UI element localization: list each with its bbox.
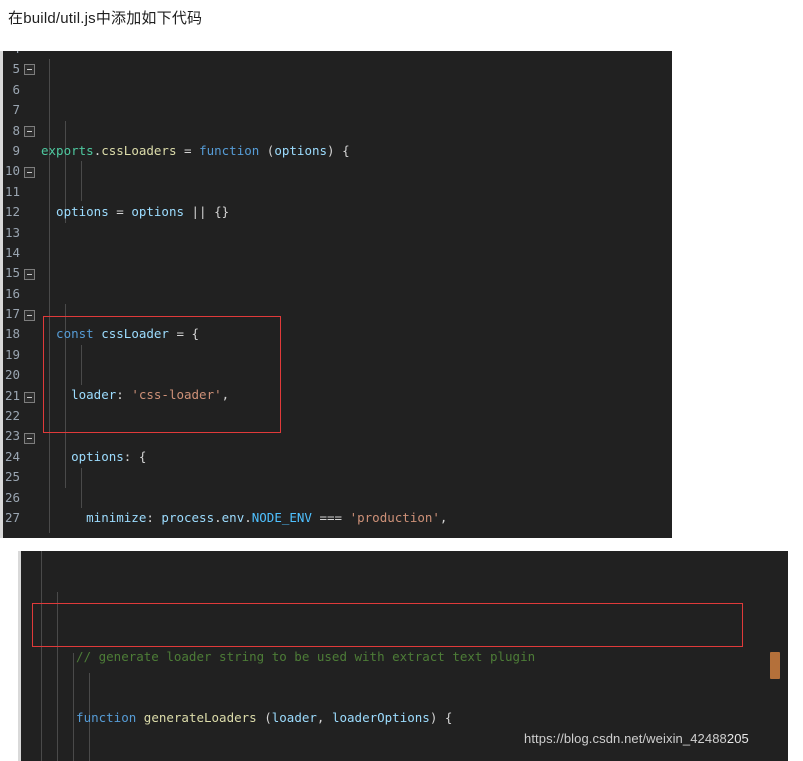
line-number: 5 — [12, 61, 20, 77]
watermark-url: https://blog.csdn.net/weixin_42488 — [524, 731, 727, 746]
line-number: 19 — [4, 346, 20, 362]
code-line: function generateLoaders (loader, loader… — [61, 709, 453, 725]
line-number: 11 — [4, 183, 20, 199]
watermark: https://blog.csdn.net/weixin_42488205 — [524, 731, 749, 746]
indent-guide — [57, 592, 58, 761]
fold-toggle-icon[interactable] — [24, 433, 35, 444]
line-number: 7 — [12, 102, 20, 118]
fold-toggle-icon[interactable] — [24, 167, 35, 178]
code-block-util-js[interactable]: 4 5 6 7 8 9 10 11 12 13 14 15 16 17 18 1… — [0, 51, 672, 538]
line-number: 25 — [4, 469, 20, 485]
page-title: 在build/util.js中添加如下代码 — [8, 10, 203, 27]
fold-toggle-icon[interactable] — [24, 310, 35, 321]
vertical-scrollbar-thumb[interactable] — [770, 652, 780, 679]
line-number: 22 — [4, 408, 20, 424]
code-line: exports.cssLoaders = function (options) … — [41, 142, 350, 158]
code-line: options: { — [41, 448, 147, 464]
code-line: loader: 'css-loader', — [41, 387, 230, 403]
line-number: 4 — [3, 51, 23, 59]
code-content[interactable]: // generate loader string to be used wit… — [61, 551, 693, 761]
fold-toggle-icon[interactable] — [24, 269, 35, 280]
fold-marker-column[interactable] — [24, 51, 41, 538]
indent-guide — [41, 551, 42, 761]
line-number: 10 — [4, 163, 20, 179]
code-line: const cssLoader = { — [41, 326, 200, 342]
fold-toggle-icon[interactable] — [24, 64, 35, 75]
fold-toggle-icon[interactable] — [24, 392, 35, 403]
line-number: 16 — [4, 285, 20, 301]
screenshot-root: 在build/util.js中添加如下代码 4 5 6 7 8 9 10 11 … — [0, 0, 803, 761]
code-block-generate-loaders[interactable]: // generate loader string to be used wit… — [18, 551, 788, 761]
line-number: 27 — [4, 509, 20, 525]
line-number: 12 — [4, 204, 20, 220]
line-number-gutter: 4 5 6 7 8 9 10 11 12 13 14 15 16 17 18 1… — [3, 51, 23, 538]
line-number: 20 — [4, 367, 20, 383]
line-number: 26 — [4, 489, 20, 505]
line-number: 14 — [4, 244, 20, 260]
line-number: 23 — [4, 428, 20, 444]
fold-toggle-icon[interactable] — [24, 126, 35, 137]
line-number: 24 — [4, 448, 20, 464]
line-number: 18 — [4, 326, 20, 342]
code-line: options = options || {} — [41, 203, 230, 219]
line-number: 13 — [4, 224, 20, 240]
watermark-url-tail: 205 — [726, 731, 749, 746]
line-number: 15 — [4, 265, 20, 281]
line-number: 9 — [12, 142, 20, 158]
line-number: 17 — [4, 306, 20, 322]
code-line: // generate loader string to be used wit… — [61, 648, 536, 664]
line-number: 21 — [4, 387, 20, 403]
line-number: 8 — [12, 122, 20, 138]
code-content[interactable]: exports.cssLoaders = function (options) … — [41, 51, 447, 538]
line-number: 6 — [12, 81, 20, 97]
code-line: minimize: process.env.NODE_ENV === 'prod… — [41, 509, 448, 525]
